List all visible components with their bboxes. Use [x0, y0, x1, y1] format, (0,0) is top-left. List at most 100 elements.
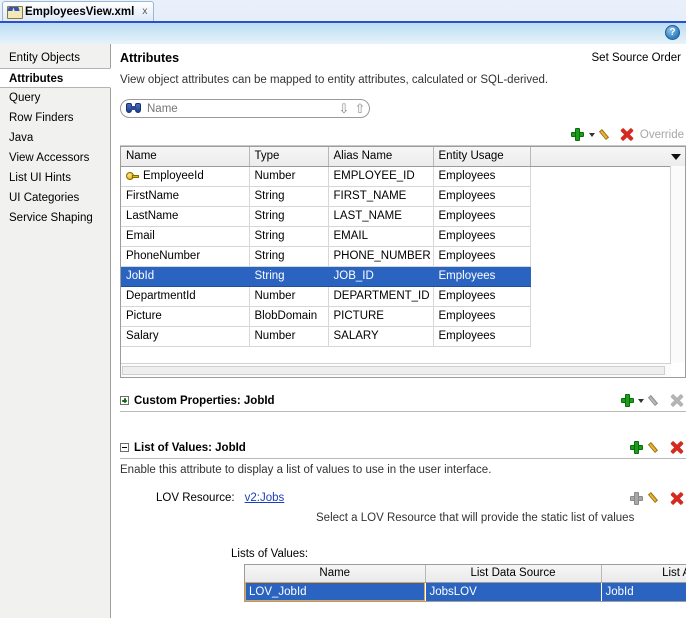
- attribute-search-box[interactable]: ⇩ ⇧: [120, 99, 370, 118]
- set-source-order-link[interactable]: Set Source Order: [592, 52, 681, 64]
- sidebar-item-service-shaping[interactable]: Service Shaping: [0, 208, 110, 228]
- sidebar-item-view-accessors[interactable]: View Accessors: [0, 148, 110, 168]
- add-lov-button[interactable]: [626, 438, 646, 458]
- add-custom-property-button[interactable]: [617, 391, 637, 411]
- table-row[interactable]: FirstName String FIRST_NAME Employees: [121, 186, 685, 207]
- horizontal-scrollbar[interactable]: [121, 363, 671, 377]
- table-row-selected[interactable]: JobId String JOB_ID Employees: [121, 266, 685, 287]
- column-header-options: [530, 147, 685, 167]
- column-header-entity-usage[interactable]: Entity Usage: [433, 147, 531, 167]
- cell-alias: PHONE_NUMBER: [328, 246, 434, 267]
- delete-lov-button[interactable]: [666, 438, 686, 458]
- lov-resource-link[interactable]: v2:Jobs: [245, 492, 285, 504]
- search-prev-icon[interactable]: ⇧: [353, 101, 367, 116]
- cell-usage: Employees: [433, 326, 531, 347]
- cell-name: Salary: [121, 326, 250, 347]
- cell-type: BlobDomain: [249, 306, 329, 327]
- lov-resource-row: LOV Resource: v2:Jobs: [120, 488, 686, 508]
- sidebar-item-row-finders[interactable]: Row Finders: [0, 108, 110, 128]
- editor-blue-band: ?: [0, 23, 686, 45]
- chevron-down-icon[interactable]: [638, 398, 644, 403]
- close-icon[interactable]: x: [138, 6, 147, 17]
- column-header-list-data-source[interactable]: List Data Source: [425, 565, 602, 583]
- editor-body: Entity Objects Attributes Query Row Find…: [0, 44, 686, 618]
- section-title: List of Values: JobId: [134, 441, 246, 454]
- cell-type: String: [249, 206, 329, 227]
- cell-name: Email: [121, 226, 250, 247]
- cell-list-attribute[interactable]: JobId: [601, 582, 686, 601]
- sidebar-item-entity-objects[interactable]: Entity Objects: [0, 48, 110, 68]
- cell-usage: Employees: [433, 246, 531, 267]
- cell-usage: Employees: [433, 206, 531, 227]
- cell-usage: Employees: [433, 286, 531, 307]
- cell-name: FirstName: [121, 186, 250, 207]
- chevron-down-icon[interactable]: [588, 132, 595, 137]
- expand-icon[interactable]: [120, 396, 129, 405]
- cell-name: PhoneNumber: [121, 246, 250, 267]
- lov-resource-label: LOV Resource:: [156, 492, 235, 504]
- sidebar-item-java[interactable]: Java: [0, 128, 110, 148]
- section-title: Custom Properties: JobId: [134, 394, 275, 407]
- column-chooser-icon[interactable]: [671, 154, 681, 161]
- cell-type: Number: [249, 166, 329, 187]
- cell-name: Picture: [121, 306, 250, 327]
- column-header-name[interactable]: Name: [245, 565, 426, 583]
- delete-attribute-button[interactable]: [617, 125, 637, 145]
- attributes-table: Name Type Alias Name Entity Usage Employ…: [120, 146, 686, 378]
- cell-alias: SALARY: [328, 326, 434, 347]
- table-row[interactable]: LastName String LAST_NAME Employees: [121, 206, 685, 227]
- column-header-alias-name[interactable]: Alias Name: [328, 147, 434, 167]
- lists-of-values-label: Lists of Values:: [231, 548, 309, 560]
- sidebar-item-ui-categories[interactable]: UI Categories: [0, 188, 110, 208]
- editor-tabstrip: EmployeesView.xml x: [0, 0, 686, 23]
- cell-alias: EMAIL: [328, 226, 434, 247]
- edit-lov-resource-button[interactable]: [646, 488, 666, 508]
- column-header-type[interactable]: Type: [249, 147, 329, 167]
- cell-type: String: [249, 186, 329, 207]
- table-row[interactable]: PhoneNumber String PHONE_NUMBER Employee…: [121, 246, 685, 267]
- table-row[interactable]: Salary Number SALARY Employees: [121, 326, 685, 347]
- table-row[interactable]: EmployeeId Number EMPLOYEE_ID Employees: [121, 166, 685, 187]
- help-icon[interactable]: ?: [665, 25, 680, 40]
- cell-type: String: [249, 266, 329, 287]
- cell-list-data-source[interactable]: JobsLOV: [425, 582, 602, 601]
- cell-usage: Employees: [433, 306, 531, 327]
- cell-name: JobId: [121, 266, 250, 287]
- column-header-name[interactable]: Name: [121, 147, 250, 167]
- search-next-icon[interactable]: ⇩: [337, 101, 351, 116]
- search-input[interactable]: [147, 102, 337, 115]
- cell-alias: FIRST_NAME: [328, 186, 434, 207]
- cell-alias: EMPLOYEE_ID: [328, 166, 434, 187]
- section-custom-properties: Custom Properties: JobId: [120, 390, 686, 412]
- cell-usage: Employees: [433, 186, 531, 207]
- sidebar-item-query[interactable]: Query: [0, 88, 110, 108]
- xml-file-icon: [7, 5, 23, 19]
- cell-spacer: [530, 246, 685, 266]
- binoculars-icon: [126, 103, 141, 114]
- edit-attribute-button[interactable]: [597, 125, 617, 145]
- column-header-list-attribute[interactable]: List Attribute: [601, 565, 686, 583]
- attributes-panel: Attributes Set Source Order View object …: [111, 44, 686, 618]
- delete-lov-resource-button[interactable]: [666, 488, 686, 508]
- sidebar-item-attributes[interactable]: Attributes: [0, 68, 111, 88]
- sidebar-item-list-ui-hints[interactable]: List UI Hints: [0, 168, 110, 188]
- primary-key-icon: [126, 171, 139, 181]
- attributes-toolbar: Override: [120, 124, 686, 146]
- cell-type: Number: [249, 326, 329, 347]
- table-row[interactable]: DepartmentId Number DEPARTMENT_ID Employ…: [121, 286, 685, 307]
- cell-name[interactable]: LOV_JobId: [245, 582, 426, 601]
- table-row-selected[interactable]: LOV_JobId JobsLOV JobId: [245, 582, 686, 601]
- lov-resource-hint: Select a LOV Resource that will provide …: [316, 512, 635, 524]
- collapse-icon[interactable]: [120, 443, 129, 452]
- vertical-scrollbar[interactable]: [670, 166, 685, 363]
- edit-lov-button[interactable]: [646, 438, 666, 458]
- add-attribute-button[interactable]: [568, 125, 588, 145]
- cell-spacer: [530, 306, 685, 326]
- editor-sidebar: Entity Objects Attributes Query Row Find…: [0, 44, 111, 618]
- table-row[interactable]: Email String EMAIL Employees: [121, 226, 685, 247]
- tab-employeesview-xml[interactable]: EmployeesView.xml x: [2, 1, 155, 21]
- override-button[interactable]: Override: [640, 129, 684, 141]
- cell-spacer: [530, 266, 685, 286]
- table-row[interactable]: Picture BlobDomain PICTURE Employees: [121, 306, 685, 327]
- table-header-row: Name List Data Source List Attribute: [245, 565, 686, 583]
